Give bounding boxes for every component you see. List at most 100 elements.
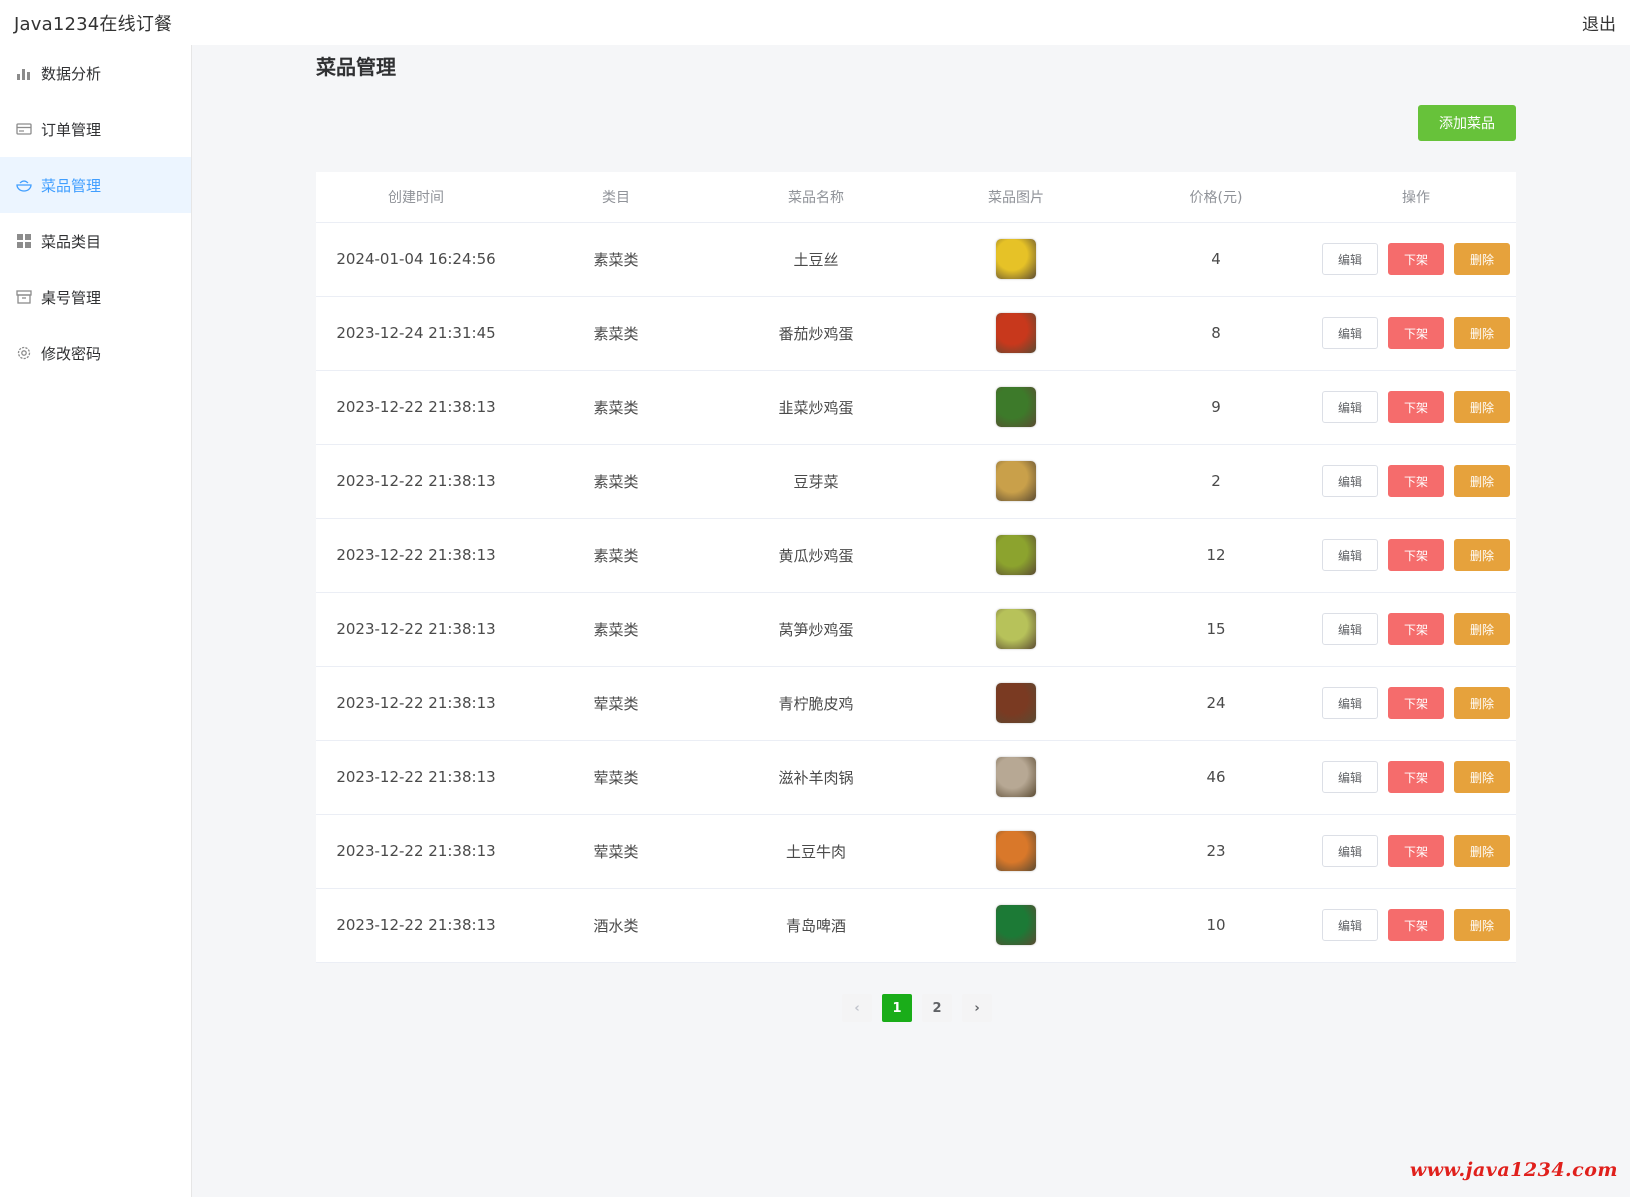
price-cell: 23 <box>1116 814 1316 889</box>
dish-name-cell: 韭菜炒鸡蛋 <box>716 370 916 445</box>
edit-button[interactable]: 编辑 <box>1322 687 1378 719</box>
take-off-shelf-button[interactable]: 下架 <box>1388 909 1444 941</box>
price-cell: 8 <box>1116 296 1316 371</box>
category-cell: 素菜类 <box>516 296 716 371</box>
dish-image-cell <box>916 740 1116 815</box>
edit-button[interactable]: 编辑 <box>1322 613 1378 645</box>
next-page-button[interactable]: › <box>962 994 992 1022</box>
column-header: 菜品图片 <box>916 172 1116 223</box>
dish-image-cell <box>916 296 1116 371</box>
take-off-shelf-button[interactable]: 下架 <box>1388 391 1444 423</box>
dish-name-cell: 黄瓜炒鸡蛋 <box>716 518 916 593</box>
bowl-icon <box>16 177 32 193</box>
actions-cell: 编辑 下架 删除 <box>1316 370 1516 445</box>
dish-image-cell <box>916 592 1116 667</box>
delete-button[interactable]: 删除 <box>1454 243 1510 275</box>
main-content: 菜品管理 添加菜品 创建时间 类目 菜品名称 菜品图片 价格(元) 操作 202… <box>192 45 1630 1197</box>
table-row: 2023-12-22 21:38:13 素菜类 豆芽菜 2 编辑 下架 删除 <box>316 444 1516 519</box>
app-title: Java1234在线订餐 <box>14 13 173 35</box>
sidebar-item-orders[interactable]: 订单管理 <box>0 101 191 157</box>
delete-button[interactable]: 删除 <box>1454 909 1510 941</box>
created-time-cell: 2024-01-04 16:24:56 <box>316 222 516 297</box>
sidebar-item-data-analysis[interactable]: 数据分析 <box>0 45 191 101</box>
table-row: 2023-12-22 21:38:13 荤菜类 滋补羊肉锅 46 编辑 下架 删… <box>316 740 1516 815</box>
edit-button[interactable]: 编辑 <box>1322 465 1378 497</box>
created-time-cell: 2023-12-22 21:38:13 <box>316 518 516 593</box>
dish-image-cell <box>916 370 1116 445</box>
column-header: 创建时间 <box>316 172 516 223</box>
delete-button[interactable]: 删除 <box>1454 835 1510 867</box>
delete-button[interactable]: 删除 <box>1454 317 1510 349</box>
delete-button[interactable]: 删除 <box>1454 539 1510 571</box>
dish-name-cell: 青岛啤酒 <box>716 888 916 963</box>
delete-button[interactable]: 删除 <box>1454 761 1510 793</box>
grid-icon <box>16 233 32 249</box>
actions-cell: 编辑 下架 删除 <box>1316 814 1516 889</box>
dish-name-cell: 土豆丝 <box>716 222 916 297</box>
add-dish-button[interactable]: 添加菜品 <box>1418 105 1516 141</box>
delete-button[interactable]: 删除 <box>1454 391 1510 423</box>
category-cell: 素菜类 <box>516 222 716 297</box>
delete-button[interactable]: 删除 <box>1454 613 1510 645</box>
dish-name-cell: 番茄炒鸡蛋 <box>716 296 916 371</box>
table-row: 2023-12-22 21:38:13 素菜类 黄瓜炒鸡蛋 12 编辑 下架 删… <box>316 518 1516 593</box>
take-off-shelf-button[interactable]: 下架 <box>1388 317 1444 349</box>
actions-cell: 编辑 下架 删除 <box>1316 444 1516 519</box>
sidebar-item-label: 菜品管理 <box>41 176 102 195</box>
sidebar-item-tables[interactable]: 桌号管理 <box>0 269 191 325</box>
take-off-shelf-button[interactable]: 下架 <box>1388 539 1444 571</box>
watermark: www.java1234.com <box>1409 1159 1618 1181</box>
created-time-cell: 2023-12-22 21:38:13 <box>316 592 516 667</box>
actions-cell: 编辑 下架 删除 <box>1316 666 1516 741</box>
delete-button[interactable]: 删除 <box>1454 465 1510 497</box>
price-cell: 12 <box>1116 518 1316 593</box>
dish-thumbnail <box>996 757 1036 797</box>
category-cell: 酒水类 <box>516 888 716 963</box>
price-cell: 4 <box>1116 222 1316 297</box>
category-cell: 素菜类 <box>516 592 716 667</box>
edit-button[interactable]: 编辑 <box>1322 317 1378 349</box>
edit-button[interactable]: 编辑 <box>1322 835 1378 867</box>
take-off-shelf-button[interactable]: 下架 <box>1388 835 1444 867</box>
sidebar-item-label: 桌号管理 <box>41 288 102 307</box>
dish-thumbnail <box>996 313 1036 353</box>
edit-button[interactable]: 编辑 <box>1322 243 1378 275</box>
price-cell: 2 <box>1116 444 1316 519</box>
created-time-cell: 2023-12-22 21:38:13 <box>316 370 516 445</box>
take-off-shelf-button[interactable]: 下架 <box>1388 465 1444 497</box>
created-time-cell: 2023-12-22 21:38:13 <box>316 814 516 889</box>
created-time-cell: 2023-12-22 21:38:13 <box>316 740 516 815</box>
category-cell: 素菜类 <box>516 370 716 445</box>
edit-button[interactable]: 编辑 <box>1322 539 1378 571</box>
dish-table: 创建时间 类目 菜品名称 菜品图片 价格(元) 操作 2024-01-04 16… <box>316 172 1516 963</box>
take-off-shelf-button[interactable]: 下架 <box>1388 613 1444 645</box>
page-button-2[interactable]: 2 <box>922 994 952 1022</box>
table-row: 2023-12-22 21:38:13 酒水类 青岛啤酒 10 编辑 下架 删除 <box>316 888 1516 963</box>
column-header: 操作 <box>1316 172 1516 223</box>
sidebar-item-change-password[interactable]: 修改密码 <box>0 325 191 381</box>
sidebar-item-dish-categories[interactable]: 菜品类目 <box>0 213 191 269</box>
take-off-shelf-button[interactable]: 下架 <box>1388 687 1444 719</box>
sidebar-item-label: 菜品类目 <box>41 232 102 251</box>
take-off-shelf-button[interactable]: 下架 <box>1388 761 1444 793</box>
delete-button[interactable]: 删除 <box>1454 687 1510 719</box>
prev-page-button[interactable]: ‹ <box>842 994 872 1022</box>
pagination: ‹ 1 2 › <box>842 994 992 1022</box>
price-cell: 46 <box>1116 740 1316 815</box>
actions-cell: 编辑 下架 删除 <box>1316 592 1516 667</box>
price-cell: 15 <box>1116 592 1316 667</box>
dish-image-cell <box>916 518 1116 593</box>
actions-cell: 编辑 下架 删除 <box>1316 740 1516 815</box>
dish-thumbnail <box>996 239 1036 279</box>
page-button-1[interactable]: 1 <box>882 994 912 1022</box>
take-off-shelf-button[interactable]: 下架 <box>1388 243 1444 275</box>
edit-button[interactable]: 编辑 <box>1322 761 1378 793</box>
category-cell: 荤菜类 <box>516 740 716 815</box>
sidebar-item-dishes[interactable]: 菜品管理 <box>0 157 191 213</box>
logout-link[interactable]: 退出 <box>1582 10 1616 35</box>
edit-button[interactable]: 编辑 <box>1322 909 1378 941</box>
price-cell: 10 <box>1116 888 1316 963</box>
price-cell: 9 <box>1116 370 1316 445</box>
created-time-cell: 2023-12-22 21:38:13 <box>316 888 516 963</box>
edit-button[interactable]: 编辑 <box>1322 391 1378 423</box>
